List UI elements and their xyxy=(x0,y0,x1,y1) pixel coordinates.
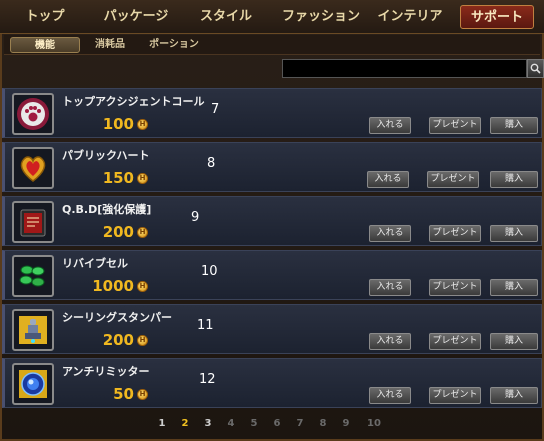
search-input[interactable] xyxy=(282,59,527,78)
item-price: 100 xyxy=(102,115,134,133)
page-link[interactable]: 7 xyxy=(293,418,307,429)
item-icon-frame xyxy=(12,93,54,135)
coin-icon: H xyxy=(137,119,148,130)
red-book-icon xyxy=(20,209,46,237)
coin-icon: H xyxy=(137,227,148,238)
page-link[interactable]: 4 xyxy=(224,418,238,429)
gold-heart-icon xyxy=(20,156,46,182)
item-icon-frame xyxy=(12,147,54,189)
item-name: アンチリミッター xyxy=(62,365,150,378)
tab-package[interactable]: パッケージ xyxy=(96,5,176,29)
page-link-current: 2 xyxy=(181,418,189,429)
blue-orb-icon xyxy=(19,370,47,398)
present-button[interactable]: プレゼント xyxy=(429,225,481,242)
page-link[interactable]: 1 xyxy=(155,418,169,429)
put-in-button[interactable]: 入れる xyxy=(369,117,411,134)
put-in-button[interactable]: 入れる xyxy=(369,387,411,404)
buy-button[interactable]: 購入 xyxy=(490,387,538,404)
item-icon-frame xyxy=(12,363,54,405)
buy-button[interactable]: 購入 xyxy=(490,225,538,242)
subtab-potion[interactable]: ポーション xyxy=(144,37,204,53)
item-name: シーリングスタンパー xyxy=(62,311,172,324)
item-name: パブリックハート xyxy=(62,149,150,162)
item-name: Q.B.D[強化保護] xyxy=(62,203,152,216)
tab-interior[interactable]: インテリア xyxy=(370,5,450,29)
item-price: 50 xyxy=(113,385,134,403)
list-item: アンチリミッター 50 H 12 入れる プレゼント 購入 xyxy=(2,358,542,408)
list-item: シーリングスタンパー 200 H 11 入れる プレゼント 購入 xyxy=(2,304,542,354)
present-button[interactable]: プレゼント xyxy=(429,333,481,350)
item-number: 11 xyxy=(197,318,214,333)
item-number: 10 xyxy=(201,264,218,279)
list-item: トップアクシジェントコール 100 H 7 入れる プレゼント 購入 xyxy=(2,88,542,138)
put-in-button[interactable]: 入れる xyxy=(369,225,411,242)
search-button[interactable] xyxy=(527,59,544,78)
subtab-function[interactable]: 機能 xyxy=(10,37,80,53)
list-item: リバイブセル 1000 H 10 入れる プレゼント 購入 xyxy=(2,250,542,300)
tab-top[interactable]: トップ xyxy=(14,5,76,29)
item-number: 12 xyxy=(199,372,216,387)
present-button[interactable]: プレゼント xyxy=(429,279,481,296)
page-link[interactable]: 3 xyxy=(201,418,215,429)
item-icon-frame xyxy=(12,201,54,243)
tab-style[interactable]: スタイル xyxy=(190,5,262,29)
coin-icon: H xyxy=(137,173,148,184)
buy-button[interactable]: 購入 xyxy=(490,117,538,134)
item-price: 1000 xyxy=(92,277,134,295)
page-link[interactable]: 8 xyxy=(316,418,330,429)
put-in-button[interactable]: 入れる xyxy=(367,171,409,188)
buy-button[interactable]: 購入 xyxy=(490,333,538,350)
buy-button[interactable]: 購入 xyxy=(490,171,538,188)
page-link[interactable]: 6 xyxy=(270,418,284,429)
coin-icon: H xyxy=(137,281,148,292)
buy-button[interactable]: 購入 xyxy=(490,279,538,296)
present-button[interactable]: プレゼント xyxy=(429,117,481,134)
green-cells-icon xyxy=(19,265,45,287)
tab-fashion[interactable]: ファッション xyxy=(276,5,366,29)
stamper-icon xyxy=(19,316,47,344)
page-link[interactable]: 5 xyxy=(247,418,261,429)
top-nav: トップ パッケージ スタイル ファッション インテリア サポート xyxy=(0,0,544,34)
item-number: 8 xyxy=(207,156,216,171)
present-button[interactable]: プレゼント xyxy=(427,171,479,188)
item-number: 7 xyxy=(211,102,220,117)
item-price: 200 xyxy=(102,331,134,349)
item-price: 150 xyxy=(102,169,134,187)
search-bar xyxy=(0,57,544,81)
sub-nav: 機能 消耗品 ポーション xyxy=(4,35,540,55)
page-link[interactable]: 10 xyxy=(365,418,383,429)
list-item: パブリックハート 150 H 8 入れる プレゼント 購入 xyxy=(2,142,542,192)
item-icon-frame xyxy=(12,309,54,351)
put-in-button[interactable]: 入れる xyxy=(369,279,411,296)
put-in-button[interactable]: 入れる xyxy=(369,333,411,350)
page-link[interactable]: 9 xyxy=(339,418,353,429)
present-button[interactable]: プレゼント xyxy=(429,387,481,404)
coin-icon: H xyxy=(137,389,148,400)
item-number: 9 xyxy=(191,210,200,225)
search-icon xyxy=(530,63,541,74)
item-name: リバイブセル xyxy=(62,257,128,270)
list-item: Q.B.D[強化保護] 200 H 9 入れる プレゼント 購入 xyxy=(2,196,542,246)
item-name: トップアクシジェントコール xyxy=(62,95,205,108)
item-price: 200 xyxy=(102,223,134,241)
item-icon-frame xyxy=(12,255,54,297)
pagination: 1 2 3 4 5 6 7 8 9 10 xyxy=(0,418,544,434)
paw-emblem-icon xyxy=(17,98,49,130)
subtab-consumables[interactable]: 消耗品 xyxy=(86,37,134,53)
tab-support[interactable]: サポート xyxy=(460,5,534,29)
coin-icon: H xyxy=(137,335,148,346)
